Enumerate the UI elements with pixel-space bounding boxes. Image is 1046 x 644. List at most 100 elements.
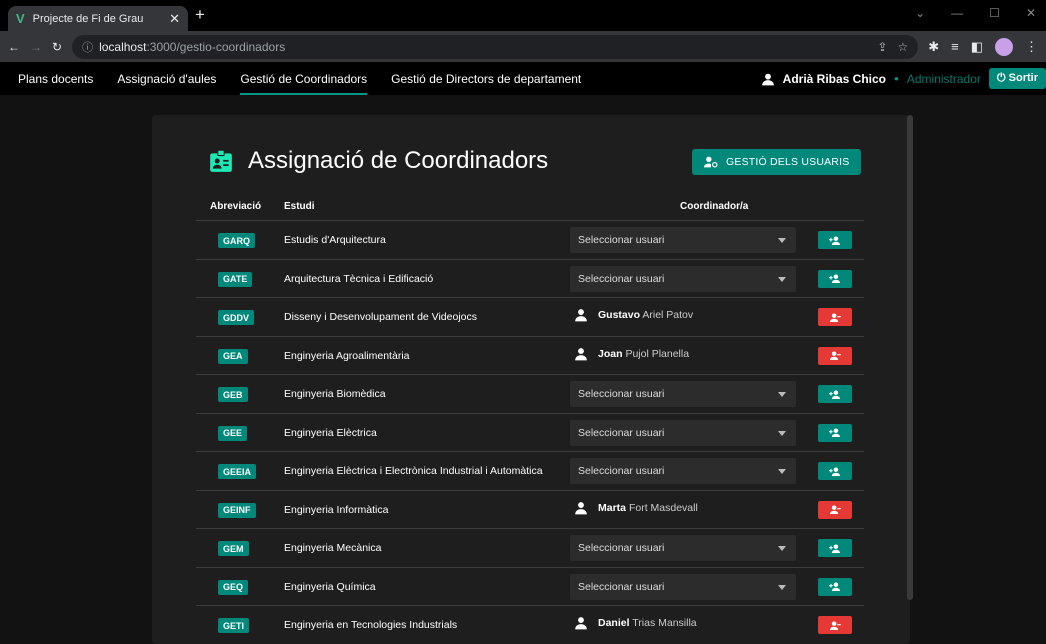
bookmark-star-icon[interactable]: ☆	[897, 40, 908, 54]
page-title: Assignació de Coordinadors	[248, 147, 549, 174]
coordinator: Joan Pujol Planella	[574, 347, 689, 361]
nav-plans-docents[interactable]: Plans docents	[18, 62, 105, 95]
address-bar[interactable]: ⓘ localhost:3000/gestio-coordinadors ⇪ ☆	[72, 34, 919, 59]
user-icon	[575, 617, 587, 630]
coordinator-last-name: Pujol Planella	[625, 347, 690, 360]
manage-users-label: GESTIÓ DELS USUARIS	[726, 156, 850, 168]
separator-dot: ●	[894, 74, 899, 83]
account-remove-icon	[830, 312, 841, 322]
profile-avatar[interactable]	[995, 37, 1013, 56]
browser-toolbar: ← → ↻ ⓘ localhost:3000/gestio-coordinado…	[0, 31, 1046, 62]
browser-tab-strip: V Projecte de Fi de Grau ✕ + ⌄ — ☐ ✕	[0, 0, 1046, 31]
user-name: Adrià Ribas Chico	[782, 71, 887, 86]
app-navbar: Plans docents Assignació d'aules Gestió …	[0, 62, 1046, 95]
power-icon: ⏻	[996, 72, 1006, 84]
coordinator: Daniel Trias Mansilla	[574, 616, 697, 630]
back-icon[interactable]: ←	[8, 40, 20, 54]
assign-coordinator-button[interactable]	[818, 385, 852, 403]
caret-down-icon	[778, 469, 786, 474]
user-select[interactable]: Seleccionar usuari	[570, 535, 796, 561]
main-nav: Plans docents Assignació d'aules Gestió …	[18, 62, 593, 95]
abbr-badge: GEEIA	[218, 464, 257, 479]
table-row: GETI Enginyeria en Tecnologies Industrial…	[196, 606, 864, 644]
estudi-name: Enginyeria Informàtica	[284, 503, 389, 516]
user-select[interactable]: Seleccionar usuari	[570, 573, 796, 600]
remove-coordinator-button[interactable]	[818, 308, 852, 326]
logout-label: Sortir	[1008, 72, 1038, 84]
user-icon	[575, 309, 587, 322]
table-row: GEQ Enginyeria Química Seleccionar usuari	[196, 568, 864, 606]
side-panel-icon[interactable]: ◧	[971, 39, 983, 55]
title-row: Assignació de Coordinadors	[208, 147, 548, 175]
assign-coordinator-button[interactable]	[818, 577, 852, 596]
estudi-name: Enginyeria Biomèdica	[284, 388, 386, 400]
browser-tab[interactable]: V Projecte de Fi de Grau ✕	[8, 6, 188, 31]
new-tab-icon[interactable]: +	[195, 5, 205, 25]
nav-assignacio-aules[interactable]: Assignació d'aules	[105, 62, 228, 95]
coordinator-first-name: Gustavo	[598, 309, 641, 321]
user-select[interactable]: Seleccionar usuari	[570, 458, 796, 484]
select-placeholder: Seleccionar usuari	[578, 234, 665, 246]
table-header: Abreviació Estudi Coordinador/a	[196, 197, 864, 221]
table-row: GEB Enginyeria Biomèdica Seleccionar usuar…	[196, 375, 864, 414]
more-menu-icon[interactable]: ⋮	[1025, 39, 1038, 55]
coordinator: Gustavo Ariel Patov	[574, 308, 693, 322]
maximize-icon[interactable]: ☐	[989, 6, 1000, 20]
manage-users-button[interactable]: GESTIÓ DELS USUARIS	[692, 149, 862, 175]
chevron-down-icon[interactable]: ⌄	[915, 6, 925, 20]
nav-gestio-directors[interactable]: Gestió de Directors de departament	[379, 62, 593, 95]
select-placeholder: Seleccionar usuari	[578, 272, 665, 285]
estudi-name: Estudis d'Arquitectura	[284, 234, 386, 246]
user-select[interactable]: Seleccionar usuari	[570, 419, 796, 446]
select-placeholder: Seleccionar usuari	[578, 388, 665, 400]
account-plus-icon	[829, 428, 840, 437]
user-select[interactable]: Seleccionar usuari	[570, 227, 796, 253]
table-row: GATE Arquitectura Tècnica i Edificació Sel…	[196, 260, 864, 298]
assign-coordinator-button[interactable]	[818, 269, 852, 288]
user-role: Administrador	[906, 71, 981, 86]
close-window-icon[interactable]: ✕	[1026, 6, 1036, 20]
window-controls: ⌄ — ☐ ✕	[915, 6, 1036, 20]
user-select[interactable]: Seleccionar usuari	[570, 381, 796, 407]
extensions-icon[interactable]: ✱	[928, 39, 939, 55]
account-remove-icon	[830, 505, 841, 514]
share-icon[interactable]: ⇪	[877, 40, 887, 54]
account-plus-icon	[829, 274, 840, 283]
remove-coordinator-button[interactable]	[818, 616, 852, 634]
caret-down-icon	[778, 238, 786, 243]
info-icon[interactable]: ⓘ	[82, 39, 93, 55]
vue-logo-icon: V	[16, 11, 25, 26]
minimize-icon[interactable]: —	[951, 6, 963, 20]
remove-coordinator-button[interactable]	[818, 346, 852, 365]
account-plus-icon	[829, 235, 840, 245]
coordinator-last-name: Fort Masdevall	[628, 501, 698, 514]
close-tab-icon[interactable]: ✕	[169, 11, 180, 27]
assign-coordinator-button[interactable]	[818, 423, 852, 442]
assign-coordinator-button[interactable]	[818, 231, 852, 249]
badge-account-icon	[210, 149, 232, 172]
assign-coordinator-button[interactable]	[818, 462, 852, 480]
scrollbar[interactable]	[907, 115, 913, 600]
table-row: GEINF Enginyeria Informàtica Marta Fort Ma…	[196, 491, 864, 529]
assign-coordinator-button[interactable]	[818, 539, 852, 557]
estudi-name: Arquitectura Tècnica i Edificació	[284, 272, 434, 285]
abbr-badge: GETI	[218, 618, 250, 633]
table-row: GEEIA Enginyeria Elèctrica i Electrònica …	[196, 452, 864, 491]
nav-gestio-coordinadors[interactable]: Gestió de Coordinadors	[228, 62, 379, 95]
coordinators-card: Assignació de Coordinadors GESTIÓ DELS U…	[152, 115, 910, 644]
table-row: GARQ Estudis d'Arquitectura Seleccionar us…	[196, 221, 864, 260]
forward-icon[interactable]: →	[30, 40, 42, 54]
abbr-badge: GATE	[218, 271, 253, 287]
remove-coordinator-button[interactable]	[818, 500, 852, 519]
abbr-badge: GEE	[218, 425, 248, 441]
reload-icon[interactable]: ↻	[52, 40, 62, 54]
reading-list-icon[interactable]: ≡	[951, 39, 959, 54]
user-info: Adrià Ribas Chico ● Administrador ⏻ Sort…	[761, 62, 1046, 95]
user-select[interactable]: Seleccionar usuari	[570, 265, 796, 292]
user-icon	[761, 73, 774, 85]
logout-button[interactable]: ⏻ Sortir	[988, 68, 1046, 89]
coordinator-first-name: Marta	[598, 501, 627, 514]
coordinator: Marta Fort Masdevall	[574, 501, 698, 515]
abbr-badge: GEINF	[218, 502, 256, 518]
table-row: GEM Enginyeria Mecànica Seleccionar usuari	[196, 529, 864, 568]
